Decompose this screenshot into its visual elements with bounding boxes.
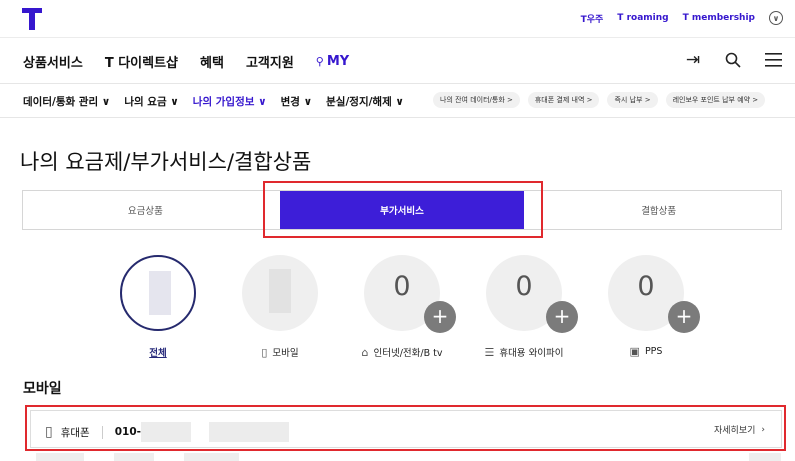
menu-icon[interactable] <box>763 50 783 70</box>
add-internet-button[interactable]: + <box>424 301 456 333</box>
category-internet-label: 인터넷/전화/B tv <box>373 348 443 359</box>
category-mobile[interactable]: ▯ 모바일 <box>235 255 325 359</box>
search-icon[interactable] <box>723 50 743 70</box>
category-pps-count: 0 <box>637 271 655 302</box>
page-title: 나의 요금제/부가서비스/결합상품 <box>20 150 312 174</box>
pill-rainbow-points[interactable]: 레인보우 포인트 납부 예약 > <box>665 92 766 108</box>
lnb-item-my-subscription[interactable]: 나의 가입정보 ∨ <box>193 94 267 109</box>
category-filter: 전체 ▯ 모바일 0 + ⌂ 인터넷/전화/B tv 0 + ☰ 휴대용 와이파… <box>0 255 795 365</box>
tuniverse-link[interactable]: T우주 <box>581 12 604 25</box>
top-bar: T우주 T roaming T membership ∨ <box>0 0 795 38</box>
gnb-item-my[interactable]: ⚲ MY <box>316 52 349 71</box>
category-all-circle <box>120 255 196 331</box>
highlight-box-tab <box>263 181 543 238</box>
add-pps-button[interactable]: + <box>668 301 700 333</box>
phone-icon: ▣ <box>629 345 640 358</box>
gnb-item-direct-shop[interactable]: T 다이렉트샵 <box>105 52 178 71</box>
category-wifi[interactable]: 0 + ☰ 휴대용 와이파이 <box>479 255 578 359</box>
mobile-icon: ▯ <box>261 345 268 359</box>
top-links: T우주 T roaming T membership ∨ <box>581 11 783 25</box>
lnb-item-lost-suspend[interactable]: 분실/정지/해제 ∨ <box>326 94 404 109</box>
category-mobile-circle <box>242 255 318 331</box>
pill-remaining-data[interactable]: 나의 잔여 데이터/통화 > <box>433 92 520 108</box>
main-nav: 상품서비스 T 다이렉트샵 혜택 고객지원 ⚲ MY ⇥ <box>0 38 795 84</box>
troaming-link[interactable]: T roaming <box>617 13 668 23</box>
add-wifi-button[interactable]: + <box>546 301 578 333</box>
category-pps-circle: 0 + <box>608 255 700 333</box>
highlight-box-row <box>25 405 786 451</box>
chevron-down-icon[interactable]: ∨ <box>769 11 783 25</box>
category-all-label: 전체 <box>149 348 167 359</box>
logout-icon[interactable]: ⇥ <box>683 50 703 70</box>
gnb-item-benefits[interactable]: 혜택 <box>200 52 224 71</box>
lnb-item-change[interactable]: 변경 ∨ <box>281 94 313 109</box>
router-icon: ☰ <box>484 345 495 359</box>
home-icon: ⌂ <box>361 345 369 359</box>
category-wifi-circle: 0 + <box>486 255 578 333</box>
tab-rate-plans[interactable]: 요금상품 <box>23 191 268 229</box>
category-pps-label: PPS <box>644 346 663 357</box>
category-wifi-count: 0 <box>515 271 533 302</box>
category-internet[interactable]: 0 + ⌂ 인터넷/전화/B tv <box>357 255 456 359</box>
lnb-item-data-call[interactable]: 데이터/통화 관리 ∨ <box>23 94 110 109</box>
pill-phone-payments[interactable]: 휴대폰 결제 내역 > <box>527 92 600 108</box>
tab-bundles[interactable]: 결합상품 <box>536 191 781 229</box>
category-internet-count: 0 <box>393 271 411 302</box>
category-all[interactable]: 전체 <box>113 255 203 359</box>
category-wifi-label: 휴대용 와이파이 <box>499 348 564 359</box>
user-icon: ⚲ <box>315 55 324 68</box>
category-mobile-label: 모바일 <box>272 348 299 359</box>
t-logo[interactable] <box>22 8 42 30</box>
category-pps[interactable]: 0 + ▣ PPS <box>601 255 700 358</box>
gnb-item-support[interactable]: 고객지원 <box>246 52 294 71</box>
category-internet-circle: 0 + <box>364 255 456 333</box>
section-title-mobile: 모바일 <box>23 381 62 397</box>
lnb-item-my-bill[interactable]: 나의 요금 ∨ <box>124 94 178 109</box>
pill-instant-pay[interactable]: 즉시 납부 > <box>607 92 658 108</box>
tmembership-link[interactable]: T membership <box>683 13 755 23</box>
gnb-item-products[interactable]: 상품서비스 <box>23 52 83 71</box>
masked-content <box>36 453 781 461</box>
sub-nav: 데이터/통화 관리 ∨ 나의 요금 ∨ 나의 가입정보 ∨ 변경 ∨ 분실/정지… <box>0 84 795 118</box>
gnb-my-label: MY <box>326 54 350 69</box>
